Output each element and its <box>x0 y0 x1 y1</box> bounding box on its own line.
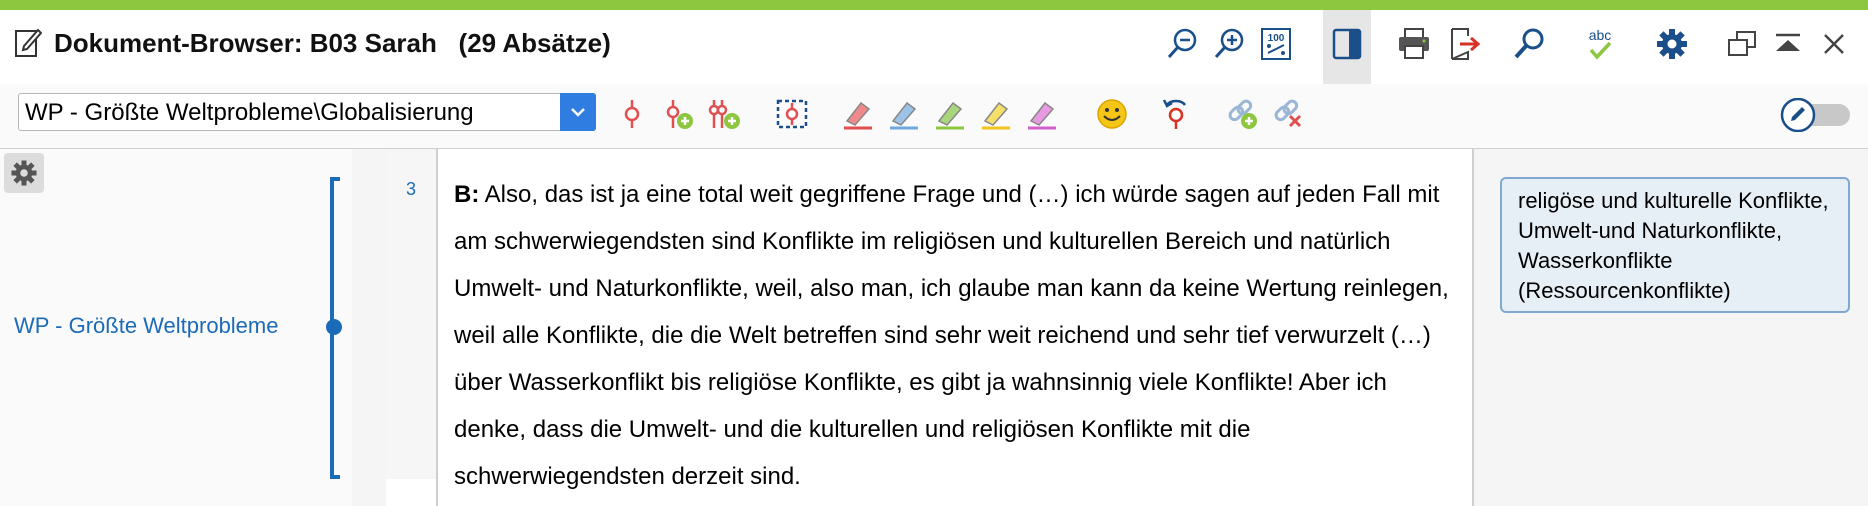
edit-mode-toggle-icon[interactable] <box>1780 97 1852 133</box>
svg-text:100: 100 <box>1268 33 1285 44</box>
panel-toggle-icon[interactable] <box>1327 24 1367 64</box>
magenta-highlighter-icon[interactable] <box>1024 96 1060 132</box>
settings-gear-icon[interactable] <box>1652 24 1692 64</box>
code-segment-icon[interactable] <box>614 96 650 132</box>
window-titlebar: Dokument-Browser: B03 Sarah (29 Absätze)… <box>0 10 1868 85</box>
spellcheck-icon[interactable]: abc <box>1580 24 1620 64</box>
red-highlighter-icon[interactable] <box>840 96 876 132</box>
paragraph-text[interactable]: B: Also, das ist ja eine total weit gegr… <box>454 171 1464 500</box>
code-combo-box[interactable]: WP - Größte Weltprobleme\Globalisierung <box>18 93 596 131</box>
collapse-up-icon[interactable] <box>1768 24 1808 64</box>
gear-icon[interactable] <box>4 153 44 193</box>
document-browser-main: WP - Größte Weltprobleme 3 B: Also, das … <box>0 149 1868 506</box>
window-title: Dokument-Browser: B03 Sarah (29 Absätze) <box>54 28 611 58</box>
svg-text:abc: abc <box>1589 27 1612 43</box>
accent-top-strip <box>0 0 1868 10</box>
comment-memo-box[interactable]: religöse und kulturelle Konflikte, Umwel… <box>1500 177 1850 313</box>
chevron-down-icon[interactable] <box>560 93 596 131</box>
green-highlighter-icon[interactable] <box>932 96 968 132</box>
speaker-label: B: <box>454 181 480 208</box>
export-icon[interactable] <box>1444 24 1484 64</box>
code-stripe-dot[interactable] <box>326 319 342 335</box>
code-multi-add-icon[interactable] <box>706 96 742 132</box>
paragraph-number: 3 <box>406 179 417 199</box>
zoom-out-icon[interactable] <box>1163 24 1203 64</box>
link-add-icon[interactable] <box>1224 96 1260 132</box>
print-icon[interactable] <box>1394 24 1434 64</box>
document-text-area[interactable]: B: Also, das ist ja eine total weit gegr… <box>436 149 1474 506</box>
undo-code-icon[interactable] <box>1158 96 1194 132</box>
zoom-in-icon[interactable] <box>1210 24 1250 64</box>
code-add-icon[interactable] <box>660 96 696 132</box>
close-icon[interactable] <box>1814 24 1854 64</box>
code-stripe-panel: WP - Größte Weltprobleme <box>0 149 352 506</box>
yellow-highlighter-icon[interactable] <box>978 96 1014 132</box>
zoom-100-icon[interactable]: 100 <box>1256 24 1296 64</box>
code-stripe-label[interactable]: WP - Größte Weltprobleme <box>14 313 278 339</box>
emoji-code-icon[interactable] <box>1094 96 1130 132</box>
window-restore-icon[interactable] <box>1722 24 1762 64</box>
code-selection-box-icon[interactable] <box>774 96 810 132</box>
code-combo-value: WP - Größte Weltprobleme\Globalisierung <box>25 99 474 126</box>
blue-highlighter-icon[interactable] <box>886 96 922 132</box>
paragraph-body: Also, das ist ja eine total weit gegriff… <box>454 181 1449 490</box>
coding-toolbar: WP - Größte Weltprobleme\Globalisierung <box>0 84 1868 149</box>
link-remove-icon[interactable] <box>1270 96 1306 132</box>
memo-panel: religöse und kulturelle Konflikte, Umwel… <box>1472 149 1868 506</box>
gutter-column <box>352 149 386 506</box>
search-icon[interactable] <box>1510 24 1550 64</box>
document-edit-icon <box>14 26 43 58</box>
